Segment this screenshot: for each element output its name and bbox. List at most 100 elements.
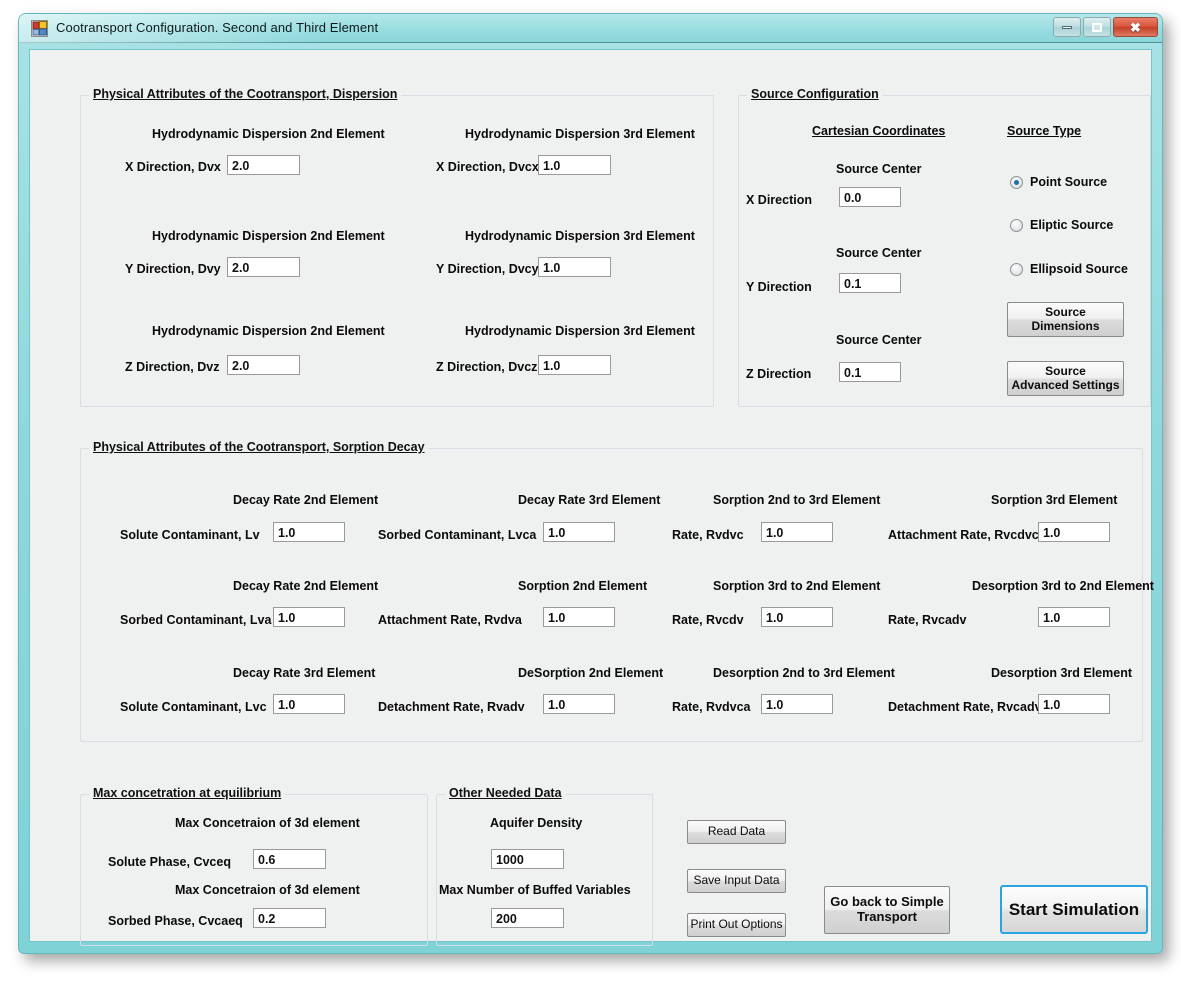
sorption-header-c3-r0: Sorption 3rd Element: [991, 493, 1118, 507]
sorption-input-rvcadv[interactable]: [1038, 607, 1110, 627]
sorption-input-rvdva[interactable]: [543, 607, 615, 627]
read-data-button[interactable]: Read Data: [687, 820, 786, 844]
source-center-input-x[interactable]: [839, 187, 901, 207]
sorption-header-c2-r1: Sorption 3rd to 2nd Element: [713, 579, 881, 593]
sorption-header-c2-r0: Sorption 2nd to 3rd Element: [713, 493, 881, 507]
print-out-options-button[interactable]: Print Out Options: [687, 913, 786, 937]
go-back-button-line2: Transport: [857, 909, 917, 924]
dispersion-label-dvx: X Direction, Dvx: [125, 160, 221, 174]
dispersion-input-dvcz[interactable]: [538, 355, 611, 375]
aquifer-density-label: Aquifer Density: [490, 816, 583, 830]
dispersion-header-3rd-z: Hydrodynamic Dispersion 3rd Element: [465, 324, 695, 338]
source-dimensions-button[interactable]: Source Dimensions: [1007, 302, 1124, 337]
dispersion-input-dvz[interactable]: [227, 355, 300, 375]
cartesian-coordinates-header: Cartesian Coordinates: [812, 124, 946, 138]
radio-ellipsoid-source[interactable]: Ellipsoid Source: [1010, 262, 1128, 276]
sorption-label-c3-r1: Rate, Rvcadv: [888, 613, 967, 627]
equilibrium-label-solute: Solute Phase, Cvceq: [108, 855, 231, 869]
source-direction-label-y: Y Direction: [746, 280, 812, 294]
sorption-label-c3-r0: Attachment Rate, Rvcdvca: [888, 528, 1046, 542]
app-window-icon: [31, 20, 48, 37]
source-direction-label-z: Z Direction: [746, 367, 812, 381]
start-simulation-button[interactable]: Start Simulation: [1000, 885, 1148, 934]
max-buffed-variables-label: Max Number of Buffed Variables: [439, 883, 631, 897]
sorption-input-lvca[interactable]: [543, 522, 615, 542]
sorption-label-c0-r0: Solute Contaminant, Lv: [120, 528, 260, 542]
equilibrium-header-solute: Max Concetraion of 3d element: [175, 816, 360, 830]
radio-eliptic-source-icon: [1010, 218, 1023, 232]
source-group-title: Source Configuration: [747, 87, 883, 101]
sorption-group-title: Physical Attributes of the Cootransport,…: [89, 440, 429, 454]
max-buffed-variables-input[interactable]: [491, 908, 564, 928]
radio-ellipsoid-source-icon: [1010, 262, 1023, 276]
sorption-label-c0-r2: Solute Contaminant, Lvc: [120, 700, 267, 714]
sorption-label-c2-r1: Rate, Rvcdv: [672, 613, 744, 627]
go-back-button-line1: Go back to Simple: [830, 894, 944, 910]
sorption-input-lv[interactable]: [273, 522, 345, 542]
dispersion-label-dvcz: Z Direction, Dvcz: [436, 360, 538, 374]
maximize-icon: [1092, 22, 1102, 32]
maximize-button[interactable]: [1083, 17, 1111, 37]
title-bar: Cootransport Configuration. Second and T…: [19, 14, 1162, 43]
dispersion-header-2nd-x: Hydrodynamic Dispersion 2nd Element: [152, 127, 385, 141]
sorption-input-lva[interactable]: [273, 607, 345, 627]
dispersion-input-dvy[interactable]: [227, 257, 300, 277]
sorption-input-lvc[interactable]: [273, 694, 345, 714]
source-center-input-y[interactable]: [839, 273, 901, 293]
dispersion-label-dvcx: X Direction, Dvcx: [436, 160, 539, 174]
source-advanced-button-line2: Advanced Settings: [1011, 377, 1120, 392]
source-advanced-button-line1: Source: [1045, 363, 1086, 378]
aquifer-density-input[interactable]: [491, 849, 564, 869]
sorption-input-rvdvc[interactable]: [761, 522, 833, 542]
radio-point-source-icon: [1010, 175, 1023, 189]
dispersion-header-2nd-z: Hydrodynamic Dispersion 2nd Element: [152, 324, 385, 338]
app-screenshot: Cootransport Configuration. Second and T…: [0, 0, 1181, 983]
source-dimensions-button-line1: Source: [1045, 304, 1086, 319]
sorption-header-c1-r1: Sorption 2nd Element: [518, 579, 648, 593]
close-icon: ✖: [1130, 19, 1141, 35]
equilibrium-input-cvceq[interactable]: [253, 849, 326, 869]
sorption-label-c1-r1: Attachment Rate, Rvdva: [378, 613, 522, 627]
radio-point-source-label: Point Source: [1030, 175, 1108, 189]
client-area: Physical Attributes of the Cootransport,…: [29, 49, 1154, 946]
source-advanced-settings-button[interactable]: Source Advanced Settings: [1007, 361, 1124, 396]
sorption-input-rvdvca[interactable]: [761, 694, 833, 714]
dispersion-header-2nd-y: Hydrodynamic Dispersion 2nd Element: [152, 229, 385, 243]
minimize-button[interactable]: [1053, 17, 1081, 37]
radio-eliptic-source-label: Eliptic Source: [1030, 218, 1114, 232]
sorption-header-c0-r2: Decay Rate 3rd Element: [233, 666, 376, 680]
save-input-data-button[interactable]: Save Input Data: [687, 869, 786, 893]
dispersion-label-dvy: Y Direction, Dvy: [125, 262, 221, 276]
source-type-header: Source Type: [1007, 124, 1082, 138]
window-controls: ✖: [1053, 17, 1158, 37]
sorption-header-c0-r1: Decay Rate 2nd Element: [233, 579, 379, 593]
source-center-input-z[interactable]: [839, 362, 901, 382]
application-window: Cootransport Configuration. Second and T…: [18, 13, 1163, 954]
sorption-label-c1-r2: Detachment Rate, Rvadv: [378, 700, 525, 714]
radio-eliptic-source[interactable]: Eliptic Source: [1010, 218, 1113, 232]
equilibrium-group-title: Max concetration at equilibrium: [89, 786, 286, 800]
sorption-header-c1-r2: DeSorption 2nd Element: [518, 666, 664, 680]
go-back-simple-transport-button[interactable]: Go back to Simple Transport: [824, 886, 950, 934]
sorption-input-rvcdv[interactable]: [761, 607, 833, 627]
sorption-input-rvcadvc[interactable]: [1038, 694, 1110, 714]
radio-ellipsoid-source-label: Ellipsoid Source: [1030, 262, 1128, 276]
dispersion-group-title: Physical Attributes of the Cootransport,…: [89, 87, 402, 101]
sorption-header-c2-r2: Desorption 2nd to 3rd Element: [713, 666, 895, 680]
dispersion-input-dvcx[interactable]: [538, 155, 611, 175]
dispersion-header-3rd-y: Hydrodynamic Dispersion 3rd Element: [465, 229, 695, 243]
dispersion-input-dvx[interactable]: [227, 155, 300, 175]
sorption-input-rvadv[interactable]: [543, 694, 615, 714]
sorption-header-c3-r2: Desorption 3rd Element: [991, 666, 1132, 680]
dispersion-input-dvcy[interactable]: [538, 257, 611, 277]
equilibrium-input-cvcaeq[interactable]: [253, 908, 326, 928]
source-center-label-x: Source Center: [836, 162, 922, 176]
sorption-label-c2-r2: Rate, Rvdvca: [672, 700, 751, 714]
close-button[interactable]: ✖: [1113, 17, 1158, 37]
minimize-icon: [1062, 25, 1072, 29]
window-title: Cootransport Configuration. Second and T…: [56, 20, 379, 35]
dispersion-label-dvcy: Y Direction, Dvcy: [436, 262, 539, 276]
dispersion-header-3rd-x: Hydrodynamic Dispersion 3rd Element: [465, 127, 695, 141]
sorption-input-rvcdvca[interactable]: [1038, 522, 1110, 542]
radio-point-source[interactable]: Point Source: [1010, 175, 1107, 189]
